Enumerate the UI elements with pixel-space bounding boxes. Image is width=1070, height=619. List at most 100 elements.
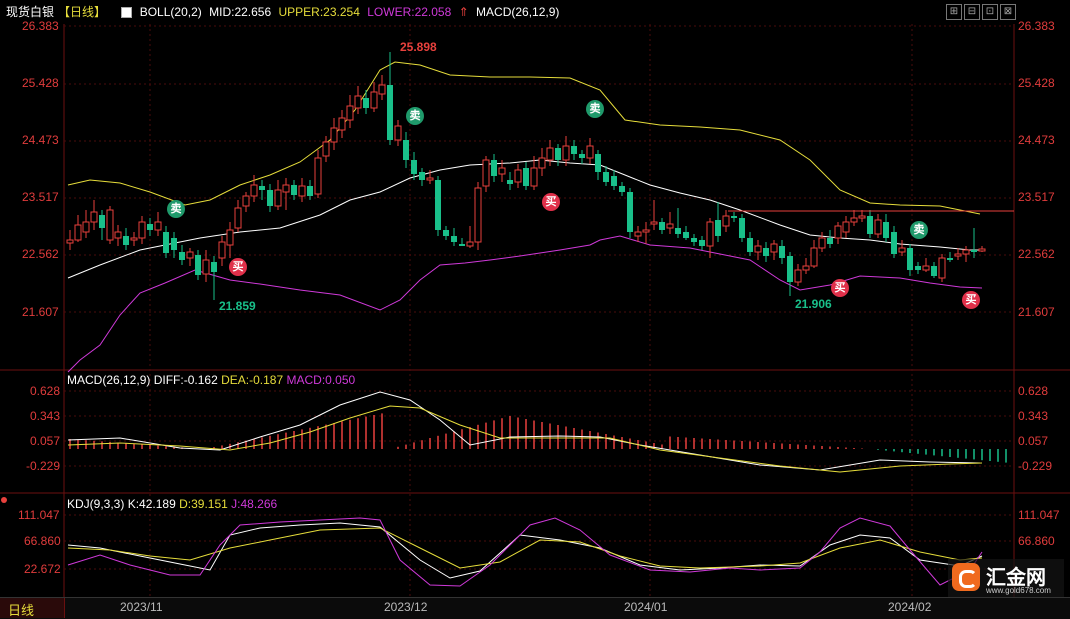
- candle-body: [419, 172, 425, 180]
- candle-body: [867, 216, 873, 234]
- sell-signal-badge[interactable]: 卖: [586, 100, 604, 118]
- kdj-panel-graphics: [67, 517, 983, 587]
- candle-body: [138, 221, 146, 239]
- candle-body: [514, 169, 522, 183]
- candle-body: [763, 248, 769, 256]
- candle-body: [466, 241, 474, 247]
- sell-signal-badge[interactable]: 卖: [167, 200, 185, 218]
- candle-body: [354, 95, 362, 109]
- buy-signal-badge[interactable]: 买: [229, 258, 247, 276]
- candle-body: [491, 160, 497, 176]
- candle-body: [954, 253, 962, 257]
- candle-body: [891, 232, 897, 254]
- candle-body: [731, 216, 737, 218]
- candle-body: [507, 180, 513, 184]
- candle-body: [123, 236, 129, 245]
- candle-body: [226, 229, 234, 246]
- candle-body: [794, 269, 802, 283]
- candle-body: [715, 220, 721, 236]
- macd-diff-value: DIFF:-0.162: [153, 373, 218, 387]
- price-tick-left: 22.562: [22, 247, 59, 261]
- candle-body: [971, 250, 977, 252]
- candle-body: [250, 184, 258, 197]
- candle-body: [666, 223, 674, 229]
- candle-body: [202, 259, 210, 275]
- date-label: 2024/01: [624, 600, 668, 614]
- candle-body: [530, 167, 538, 187]
- candle-body: [66, 239, 74, 244]
- candle-body: [850, 217, 858, 223]
- sell-signal-badge[interactable]: 卖: [910, 221, 928, 239]
- candle-body: [378, 84, 386, 95]
- macd-tick-left: -0.229: [26, 459, 61, 473]
- candle-body: [779, 246, 785, 258]
- candle-body: [675, 228, 681, 234]
- brand-url: www.gold678.com: [986, 586, 1051, 595]
- candle-body: [722, 215, 730, 227]
- price-tick-right: 21.607: [1018, 305, 1055, 319]
- candle-body: [394, 125, 402, 141]
- kdj-settings-icon[interactable]: [1, 497, 7, 503]
- macd-panel-header: MACD(26,12,9) DIFF:-0.162 DEA:-0.187 MAC…: [67, 373, 355, 387]
- candle-body: [74, 224, 82, 241]
- candle-body: [282, 184, 290, 193]
- candle-body: [459, 244, 465, 246]
- candle-body: [435, 180, 441, 230]
- macd-diff-line: [67, 391, 981, 471]
- candle-body: [274, 189, 282, 207]
- kdj-panel-label[interactable]: KDJ(9,3,3): [67, 497, 124, 511]
- candle-body: [387, 85, 393, 140]
- kdj-k-line: [67, 522, 983, 579]
- period-selector[interactable]: 日线: [0, 598, 65, 618]
- candle-body: [747, 238, 753, 252]
- candle-body: [562, 145, 570, 161]
- macd-macd-value: MACD:0.050: [286, 373, 356, 387]
- candle-body: [634, 231, 642, 237]
- kdj-panel-header: KDJ(9,3,3) K:42.189 D:39.151 J:48.266: [67, 497, 277, 511]
- buy-signal-badge[interactable]: 买: [542, 193, 560, 211]
- buy-signal-badge[interactable]: 买: [962, 291, 980, 309]
- candle-body: [642, 229, 650, 233]
- kdj-tick-left: 66.860: [24, 534, 61, 548]
- candle-body: [523, 168, 529, 186]
- candle-body: [827, 238, 833, 244]
- candle-body: [787, 256, 793, 282]
- brand-logo: 汇金网 www.gold678.com: [948, 559, 1064, 597]
- candle-body: [330, 127, 338, 143]
- candle-body: [195, 255, 201, 275]
- candle-body: [706, 221, 714, 247]
- price-tick-left: 24.473: [22, 133, 59, 147]
- candle-body: [898, 247, 906, 253]
- candle-body: [186, 251, 194, 259]
- price-tick-left: 21.607: [22, 305, 59, 319]
- buy-signal-badge[interactable]: 买: [831, 279, 849, 297]
- candle-body: [106, 209, 114, 241]
- candle-body: [114, 231, 122, 239]
- candle-body: [482, 159, 490, 187]
- macd-tick-left: 0.628: [30, 384, 61, 398]
- candle-body: [234, 207, 242, 229]
- candle-body: [915, 266, 921, 270]
- candlesticks: [66, 52, 986, 300]
- sell-signal-badge[interactable]: 卖: [406, 107, 424, 125]
- kdj-tick-left: 22.672: [24, 562, 61, 576]
- boll-upper-line: [67, 61, 981, 215]
- candle-body: [99, 215, 105, 228]
- price-tick-right: 24.473: [1018, 133, 1055, 147]
- candle-body: [586, 145, 594, 159]
- candle-body: [130, 237, 138, 241]
- macd-tick-right: 0.628: [1018, 384, 1049, 398]
- price-tick-left: 26.383: [22, 19, 59, 33]
- candle-body: [90, 211, 98, 223]
- candle-body: [659, 222, 665, 230]
- candle-body: [403, 140, 409, 160]
- candle-body: [363, 98, 369, 108]
- period-selector-label: 日线: [8, 603, 35, 618]
- candle-body: [443, 230, 449, 236]
- kdj-j-line: [67, 517, 983, 587]
- candle-body: [842, 221, 850, 233]
- candle-body: [818, 237, 826, 249]
- macd-tick-left: 0.343: [30, 409, 61, 423]
- kdj-d-value: D:39.151: [179, 497, 228, 511]
- macd-panel-label[interactable]: MACD(26,12,9): [67, 373, 150, 387]
